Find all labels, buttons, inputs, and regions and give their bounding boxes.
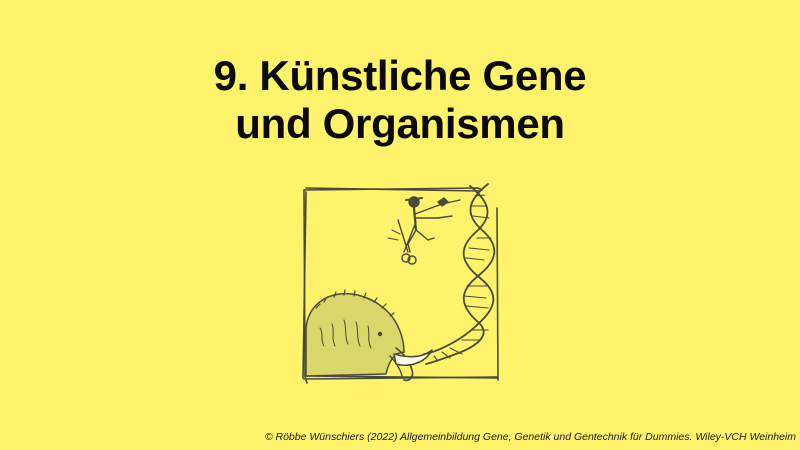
slide-title-line-1: 9. Künstliche Gene: [213, 52, 587, 99]
scientist-icon: [405, 196, 461, 253]
illustration: [302, 183, 499, 384]
slide-title: 9. Künstliche Gene und Organismen: [0, 52, 800, 148]
scissors-icon: [387, 219, 417, 265]
mammoth-icon: [305, 289, 433, 382]
copyright-notice: © Röbbe Wünschiers (2022) Allgemeinbildu…: [264, 431, 796, 443]
slide-title-line-2: und Organismen: [235, 100, 565, 147]
slide: 9. Künstliche Gene und Organismen © Röbb…: [0, 0, 800, 450]
dna-helix-icon: [423, 183, 496, 365]
